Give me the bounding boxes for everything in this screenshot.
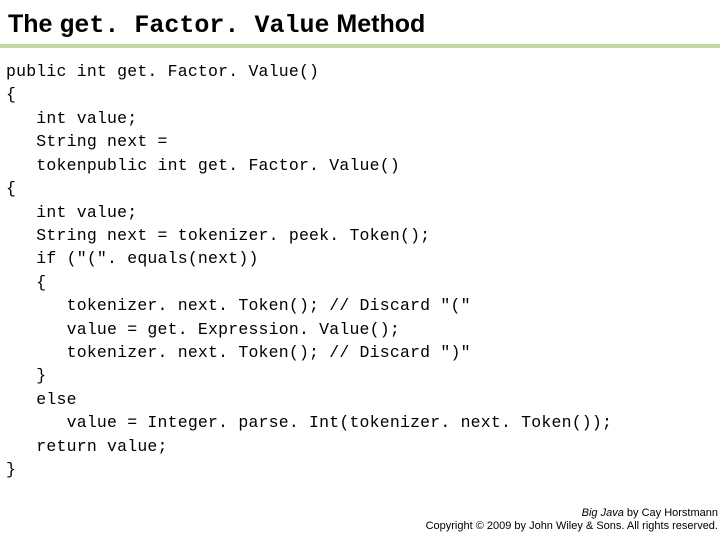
- footer-line2: Copyright © 2009 by John Wiley & Sons. A…: [426, 520, 718, 534]
- title-post: Method: [329, 10, 425, 38]
- footer: Big Java by Cay Horstmann Copyright © 20…: [426, 507, 718, 535]
- code-block: public int get. Factor. Value() { int va…: [0, 48, 720, 482]
- byline: by Cay Horstmann: [624, 507, 718, 519]
- slide: The get. Factor. Value Method public int…: [0, 0, 720, 540]
- title-mono: get. Factor. Value: [59, 11, 329, 40]
- slide-title: The get. Factor. Value Method: [0, 0, 720, 48]
- footer-line1: Big Java by Cay Horstmann: [426, 507, 718, 521]
- book-title: Big Java: [582, 507, 624, 519]
- title-pre: The: [8, 10, 59, 38]
